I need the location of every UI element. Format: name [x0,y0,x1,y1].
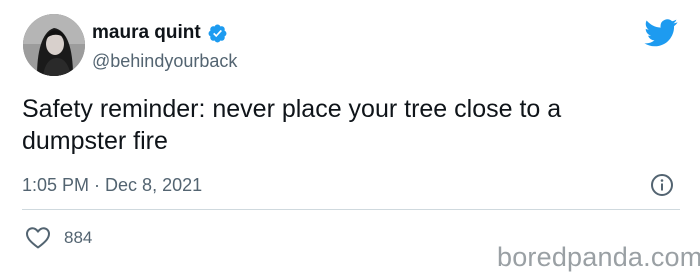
author-handle[interactable]: @behindyourback [92,51,237,71]
verified-badge-icon [207,23,228,44]
like-button[interactable]: 884 [25,226,92,250]
twitter-bird-icon[interactable] [644,19,678,47]
tweet-date: Dec 8, 2021 [105,175,203,195]
info-icon[interactable] [650,173,674,197]
watermark: boredpanda.com [497,242,700,272]
tweet-text: Safety reminder: never place your tree c… [22,95,562,155]
heart-icon [25,226,51,250]
tweet-card: maura quint @behindyourback Safety remin… [0,0,700,271]
like-count: 884 [64,228,93,247]
tweet-time: 1:05 PM [22,175,90,195]
avatar-photo-icon [23,14,85,76]
avatar[interactable] [23,14,85,76]
divider [22,209,680,210]
author-display-name[interactable]: maura quint [92,22,201,44]
tweet-timestamp[interactable]: 1:05 PM · Dec 8, 2021 [22,174,202,196]
timestamp-separator: · [89,175,106,195]
author-name-row: maura quint [92,22,228,44]
